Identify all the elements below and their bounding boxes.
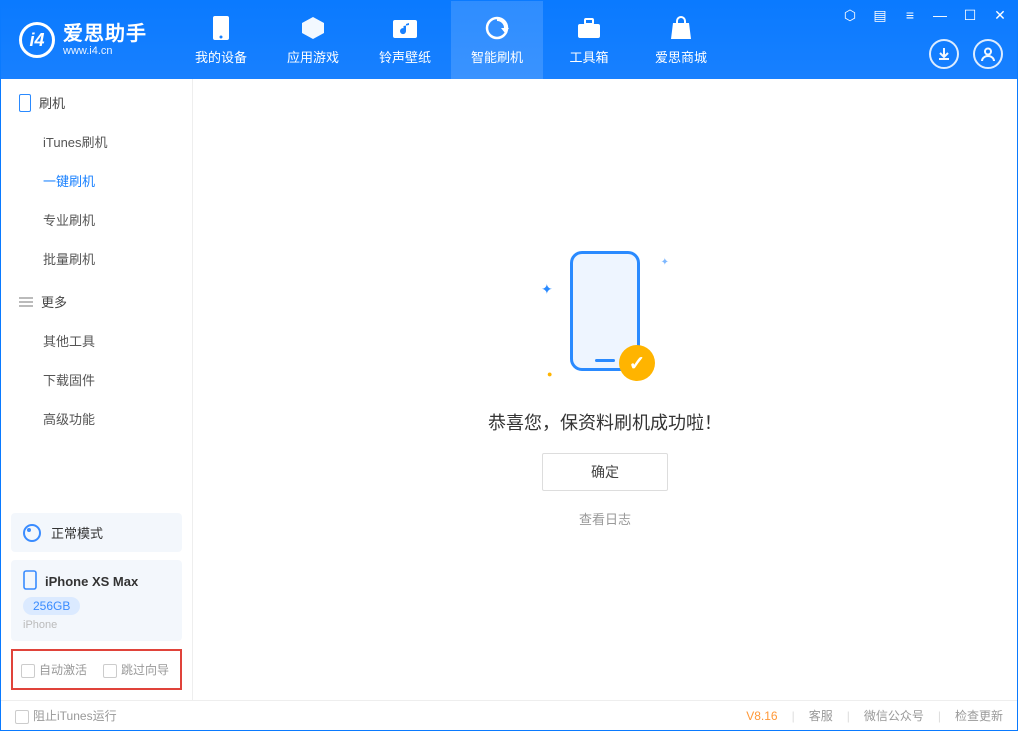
sidebar-item-one-click-flash[interactable]: 一键刷机: [1, 161, 192, 200]
device-card[interactable]: iPhone XS Max 256GB iPhone: [11, 560, 182, 641]
checkbox-label: 阻止iTunes运行: [33, 709, 117, 723]
version-label: V8.16: [746, 709, 777, 723]
success-message: 恭喜您，保资料刷机成功啦！: [488, 409, 722, 435]
header-actions: [929, 39, 1003, 69]
bag-icon: [668, 15, 694, 41]
shirt-icon[interactable]: ⬡: [841, 7, 859, 24]
logo-icon: i4: [19, 22, 55, 58]
tab-label: 铃声壁纸: [379, 47, 431, 66]
close-button[interactable]: ✕: [991, 7, 1009, 24]
checkbox-auto-activate[interactable]: 自动激活: [21, 661, 87, 678]
phone-small-icon: [23, 570, 37, 593]
section-label: 刷机: [39, 93, 65, 112]
maximize-button[interactable]: ☐: [961, 7, 979, 24]
sidebar-item-advanced[interactable]: 高级功能: [1, 399, 192, 438]
check-badge-icon: ✓: [619, 345, 655, 381]
tab-store[interactable]: 爱思商城: [635, 1, 727, 79]
tab-label: 我的设备: [195, 47, 247, 66]
window-controls: ⬡ ▤ ≡ — ☐ ✕: [841, 7, 1009, 24]
music-folder-icon: [392, 15, 418, 41]
tab-toolbox[interactable]: 工具箱: [543, 1, 635, 79]
mode-label: 正常模式: [51, 523, 103, 542]
menu-icon[interactable]: ≡: [901, 7, 919, 24]
sparkle-icon: ✦: [541, 281, 553, 298]
note-icon[interactable]: ▤: [871, 7, 889, 24]
mode-icon: [23, 524, 41, 542]
checkbox-label: 跳过向导: [121, 663, 169, 677]
titlebar: i4 爱思助手 www.i4.cn 我的设备 应用游戏 铃声壁纸 智能刷机 工具…: [1, 1, 1017, 79]
options-row: 自动激活 跳过向导: [11, 649, 182, 690]
tab-apps[interactable]: 应用游戏: [267, 1, 359, 79]
sidebar-item-other-tools[interactable]: 其他工具: [1, 321, 192, 360]
tab-label: 应用游戏: [287, 47, 339, 66]
storage-badge: 256GB: [23, 597, 80, 615]
phone-icon: [208, 15, 234, 41]
device-type: iPhone: [23, 619, 57, 631]
checkbox-block-itunes[interactable]: 阻止iTunes运行: [15, 707, 117, 724]
toolbox-icon: [576, 15, 602, 41]
sidebar-section-flash: 刷机: [1, 79, 192, 122]
app-logo: i4 爱思助手 www.i4.cn: [1, 22, 165, 58]
dot-icon: ●: [547, 369, 552, 379]
download-icon[interactable]: [929, 39, 959, 69]
tab-smart-flash[interactable]: 智能刷机: [451, 1, 543, 79]
checkbox-label: 自动激活: [39, 663, 87, 677]
sidebar-item-pro-flash[interactable]: 专业刷机: [1, 200, 192, 239]
device-icon: [19, 94, 31, 112]
check-update-link[interactable]: 检查更新: [955, 707, 1003, 724]
cube-icon: [300, 15, 326, 41]
sidebar: 刷机 iTunes刷机 一键刷机 专业刷机 批量刷机 更多 其他工具 下载固件 …: [1, 79, 193, 700]
refresh-shield-icon: [484, 15, 510, 41]
list-icon: [19, 295, 33, 309]
mode-card[interactable]: 正常模式: [11, 513, 182, 552]
section-label: 更多: [41, 292, 67, 311]
support-link[interactable]: 客服: [809, 707, 833, 724]
app-url: www.i4.cn: [63, 45, 147, 57]
tab-label: 工具箱: [569, 47, 608, 66]
sidebar-item-download-firmware[interactable]: 下载固件: [1, 360, 192, 399]
ok-button[interactable]: 确定: [542, 453, 668, 491]
status-bar: 阻止iTunes运行 V8.16 | 客服 | 微信公众号 | 检查更新: [1, 700, 1017, 730]
tab-label: 爱思商城: [655, 47, 707, 66]
wechat-link[interactable]: 微信公众号: [864, 707, 924, 724]
main-tabs: 我的设备 应用游戏 铃声壁纸 智能刷机 工具箱 爱思商城: [175, 1, 727, 79]
sidebar-section-more: 更多: [1, 278, 192, 321]
sidebar-item-itunes-flash[interactable]: iTunes刷机: [1, 122, 192, 161]
sidebar-item-batch-flash[interactable]: 批量刷机: [1, 239, 192, 278]
tab-label: 智能刷机: [471, 47, 523, 66]
tab-my-device[interactable]: 我的设备: [175, 1, 267, 79]
sparkle-icon: ✦: [661, 257, 669, 268]
main-content: ✦ ✦ ● ✓ 恭喜您，保资料刷机成功啦！ 确定 查看日志: [193, 79, 1017, 700]
view-log-link[interactable]: 查看日志: [579, 509, 631, 528]
checkbox-skip-guide[interactable]: 跳过向导: [103, 661, 169, 678]
tab-ringtones[interactable]: 铃声壁纸: [359, 1, 451, 79]
user-icon[interactable]: [973, 39, 1003, 69]
app-name: 爱思助手: [63, 23, 147, 45]
success-illustration: ✦ ✦ ● ✓: [545, 251, 665, 391]
minimize-button[interactable]: —: [931, 7, 949, 24]
device-name: iPhone XS Max: [45, 574, 138, 589]
